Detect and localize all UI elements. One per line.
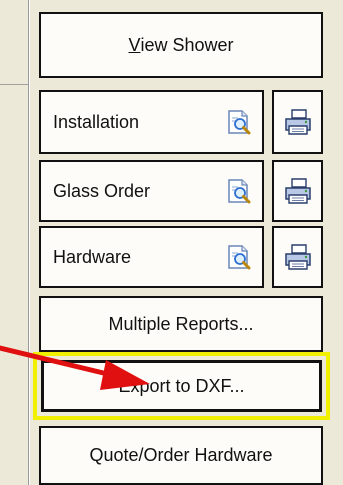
view-shower-accelerator: V [128,34,141,55]
hardware-print-button[interactable] [272,226,323,288]
quote-order-hardware-button[interactable]: Quote/Order Hardware [39,426,323,485]
printer-icon [284,178,311,204]
printer-icon [284,109,311,135]
glass-order-print-button[interactable] [272,160,323,222]
printer-icon [284,244,311,270]
background-window-edge [0,0,28,485]
background-divider [0,84,28,85]
hardware-button[interactable]: Hardware [39,226,264,288]
export-dxf-label: Export to DXF... [118,375,245,396]
multiple-reports-label: Multiple Reports... [108,313,254,334]
installation-label: Installation [53,111,140,132]
installation-button[interactable]: Installation [39,90,264,154]
export-dxf-button[interactable]: Export to DXF... [41,360,322,412]
multiple-reports-button[interactable]: Multiple Reports... [39,296,323,352]
preview-magnifier-icon[interactable] [226,244,252,270]
glass-order-button[interactable]: Glass Order [39,160,264,222]
view-shower-button[interactable]: View Shower [39,12,323,78]
preview-magnifier-icon[interactable] [226,178,252,204]
view-shower-label: iew Shower [140,34,234,55]
preview-magnifier-icon[interactable] [226,109,252,135]
quote-order-hardware-label: Quote/Order Hardware [89,445,273,465]
glass-order-label: Glass Order [53,180,151,201]
hardware-label: Hardware [53,246,132,267]
installation-print-button[interactable] [272,90,323,154]
